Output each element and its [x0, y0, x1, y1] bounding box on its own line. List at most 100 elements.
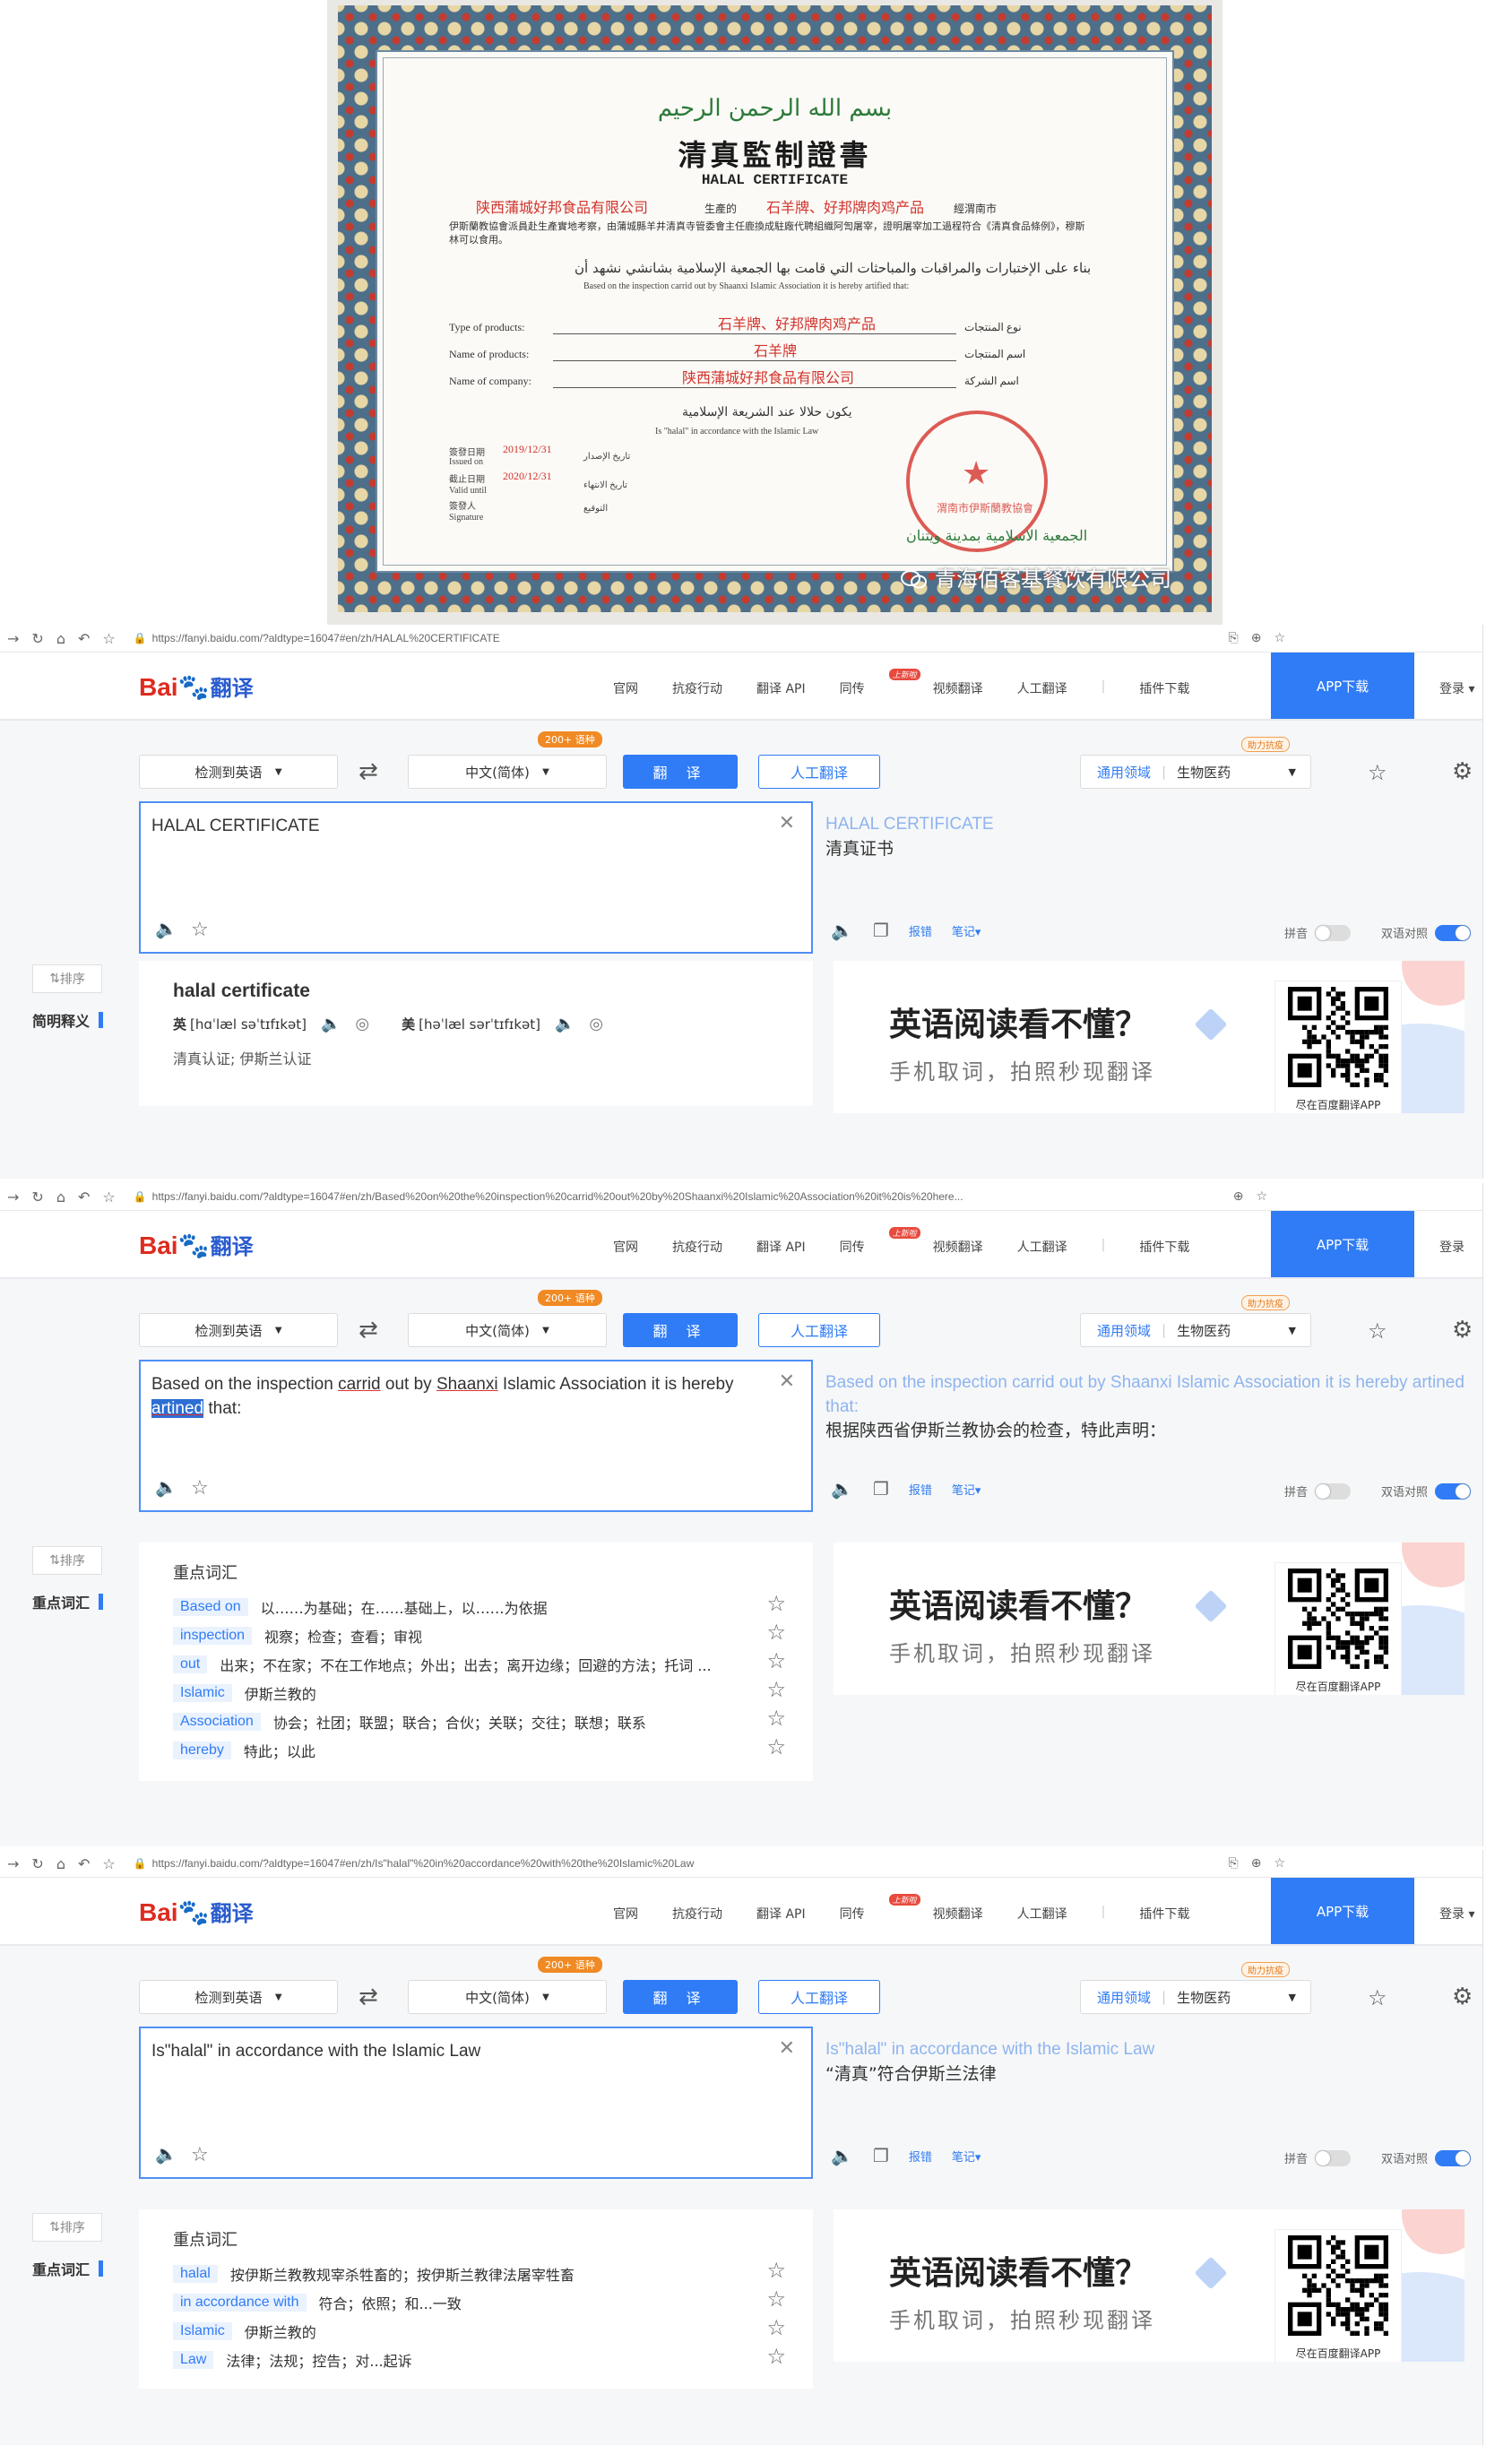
zoom-icon[interactable]: ⊕ [1233, 1189, 1244, 1204]
menu-item-tongchuan[interactable]: 同传 上新啦 [840, 669, 920, 697]
selected-word[interactable]: artined [151, 1399, 204, 1418]
reload-icon[interactable]: ↻ [31, 1188, 43, 1206]
sort-button[interactable]: ⇅ 排序 [32, 964, 102, 993]
target-language-select[interactable]: 中文(简体) ▼ [408, 1313, 607, 1347]
translate-page-icon[interactable]: ⎘ [1229, 631, 1239, 645]
domain-select[interactable]: 通用领域 | 生物医药 ▼ [1080, 755, 1311, 789]
undo-icon[interactable]: ↶ [78, 630, 90, 647]
pinyin-switch[interactable] [1315, 924, 1352, 941]
app-promo-banner[interactable]: 英语阅读看不懂？ 手机取词，拍照秒现翻译 尽在百度翻译APP [834, 961, 1464, 1113]
target-language-select[interactable]: 中文(简体) ▼ [408, 1980, 607, 2014]
swap-languages-icon[interactable]: ⇄ [359, 1317, 378, 1344]
keyword[interactable]: Islamic [173, 2322, 232, 2340]
domain-select[interactable]: 通用领域 | 生物医药 ▼ [1080, 1313, 1311, 1347]
gear-icon[interactable]: ⚙ [1452, 1984, 1473, 2010]
speaker-icon[interactable]: 🔈 [155, 1476, 177, 1498]
home-icon[interactable]: ⌂ [56, 1188, 65, 1206]
menu-item-tongchuan[interactable]: 同传 上新啦 [840, 1227, 920, 1256]
pinyin-toggle[interactable]: 拼音 [1284, 924, 1352, 941]
app-download-button[interactable]: APP下载 [1271, 1878, 1414, 1944]
baidu-fanyi-logo[interactable]: Bai🐾翻译 [139, 670, 254, 702]
misspelled-word[interactable]: carrid [338, 1375, 381, 1394]
pinyin-toggle[interactable]: 拼音 [1284, 2149, 1352, 2166]
bilingual-switch[interactable] [1435, 2149, 1472, 2166]
favorites-folder-icon[interactable]: ☆ [1368, 1985, 1387, 2010]
speaker-icon[interactable]: 🔈 [321, 1015, 341, 1033]
menu-item[interactable]: 人工翻译 [1017, 679, 1067, 697]
menu-item[interactable]: 人工翻译 [1017, 1905, 1067, 1923]
report-link[interactable]: 报错 [909, 2148, 932, 2165]
bilingual-switch[interactable] [1435, 1482, 1472, 1500]
app-download-button[interactable]: APP下载 [1271, 653, 1414, 719]
notes-link[interactable]: 笔记▾ [952, 922, 981, 939]
zoom-icon[interactable]: ⊕ [1251, 1856, 1262, 1871]
translate-page-icon[interactable]: ⎘ [1229, 1856, 1239, 1871]
source-text[interactable]: Is"halal" in accordance with the Islamic… [151, 2039, 766, 2063]
human-translate-button[interactable]: 人工翻译 [758, 755, 880, 789]
star-icon[interactable]: ☆ [766, 2258, 786, 2283]
speaker-icon[interactable]: 🔈 [831, 1478, 853, 1500]
forward-icon[interactable]: → [7, 630, 19, 647]
star-icon[interactable]: ☆ [191, 919, 209, 941]
star-icon[interactable]: ☆ [766, 1591, 786, 1616]
menu-item-tongchuan[interactable]: 同传 上新啦 [840, 1894, 920, 1923]
favorite-icon[interactable]: ☆ [102, 1855, 115, 1872]
side-nav-item[interactable]: 简明释义 [32, 1009, 104, 1031]
swap-languages-icon[interactable]: ⇄ [359, 758, 378, 785]
bookmark-star-icon[interactable]: ☆ [1256, 1189, 1267, 1204]
star-icon[interactable]: ☆ [766, 1734, 786, 1759]
menu-item[interactable]: 官网 [613, 1238, 638, 1256]
clear-icon[interactable]: ✕ [779, 812, 795, 834]
source-text[interactable]: HALAL CERTIFICATE [151, 814, 766, 838]
menu-item[interactable]: 抗疫行动 [672, 1905, 722, 1923]
bilingual-toggle[interactable]: 双语对照 [1381, 2149, 1472, 2166]
favorites-folder-icon[interactable]: ☆ [1368, 760, 1387, 785]
speaker-icon[interactable]: 🔈 [555, 1015, 575, 1033]
app-download-button[interactable]: APP下载 [1271, 1211, 1414, 1277]
home-icon[interactable]: ⌂ [56, 630, 65, 647]
sort-button[interactable]: ⇅ 排序 [32, 1546, 102, 1575]
keyword[interactable]: Association [173, 1713, 261, 1731]
star-icon[interactable]: ☆ [766, 1620, 786, 1645]
keyword[interactable]: inspection [173, 1627, 253, 1645]
star-icon[interactable]: ☆ [766, 2344, 786, 2369]
url-text[interactable]: https://fanyi.baidu.com/?aldtype=16047#e… [152, 1190, 963, 1203]
menu-item[interactable]: 翻译 API [756, 679, 806, 697]
reload-icon[interactable]: ↻ [31, 630, 43, 647]
menu-item[interactable]: 插件下载 [1139, 1905, 1189, 1923]
keyword[interactable]: out [173, 1655, 208, 1673]
pinyin-toggle[interactable]: 拼音 [1284, 1482, 1352, 1500]
menu-item[interactable]: 官网 [613, 679, 638, 697]
keyword[interactable]: in accordance with [173, 2294, 307, 2312]
source-text-box[interactable]: Is"halal" in accordance with the Islamic… [139, 2027, 813, 2179]
source-text[interactable]: Based on the inspection carrid out by Sh… [151, 1372, 766, 1421]
keyword[interactable]: Law [173, 2351, 214, 2369]
keyword[interactable]: hereby [173, 1742, 231, 1759]
undo-icon[interactable]: ↶ [78, 1855, 90, 1872]
forward-icon[interactable]: → [7, 1855, 19, 1872]
gear-icon[interactable]: ⚙ [1452, 1317, 1473, 1344]
home-icon[interactable]: ⌂ [56, 1855, 65, 1872]
menu-item[interactable]: 翻译 API [756, 1238, 806, 1256]
speaker-icon[interactable]: 🔈 [155, 2143, 177, 2165]
app-promo-banner[interactable]: 英语阅读看不懂？ 手机取词，拍照秒现翻译 尽在百度翻译APP [834, 2209, 1464, 2362]
star-icon[interactable]: ☆ [191, 1477, 209, 1500]
bilingual-switch[interactable] [1435, 924, 1472, 941]
undo-icon[interactable]: ↶ [78, 1188, 90, 1206]
source-language-select[interactable]: 检测到英语 ▼ [139, 1980, 338, 2014]
bilingual-toggle[interactable]: 双语对照 [1381, 924, 1472, 941]
baidu-fanyi-logo[interactable]: Bai🐾翻译 [139, 1896, 254, 1927]
menu-item[interactable]: 抗疫行动 [672, 1238, 722, 1256]
human-translate-button[interactable]: 人工翻译 [758, 1313, 880, 1347]
gear-icon[interactable]: ⚙ [1452, 758, 1473, 785]
speaker-icon[interactable]: 🔈 [831, 920, 853, 941]
menu-item[interactable]: 抗疫行动 [672, 679, 722, 697]
favorite-icon[interactable]: ☆ [102, 1188, 115, 1206]
star-icon[interactable]: ☆ [766, 1706, 786, 1731]
translate-button[interactable]: 翻 译 [623, 755, 738, 789]
domain-select[interactable]: 通用领域 | 生物医药 ▼ [1080, 1980, 1311, 2014]
menu-item[interactable]: 视频翻译 [933, 1238, 983, 1256]
source-text-box[interactable]: HALAL CERTIFICATE ✕ 🔈 ☆ [139, 801, 813, 954]
notes-link[interactable]: 笔记▾ [952, 2148, 981, 2165]
bookmark-star-icon[interactable]: ☆ [1274, 631, 1285, 645]
